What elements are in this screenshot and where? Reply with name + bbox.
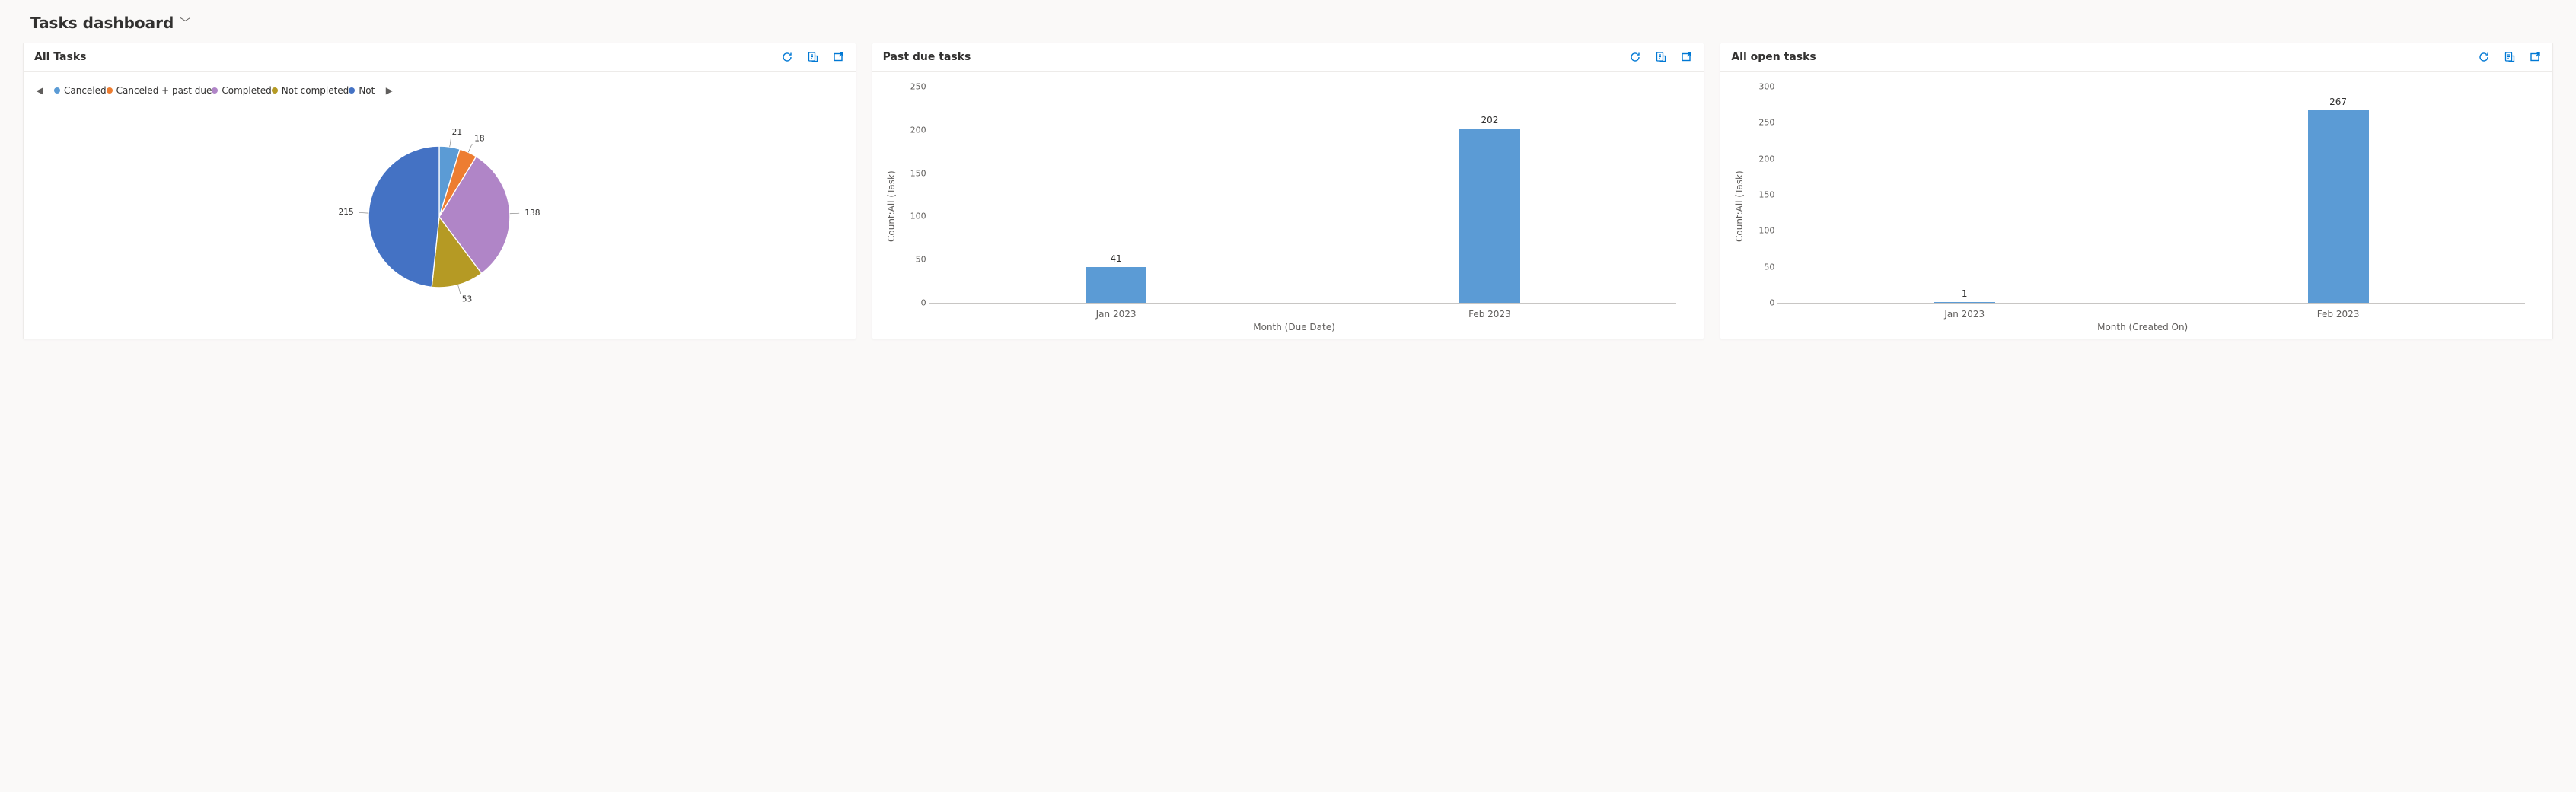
legend-item[interactable]: Completed (212, 85, 271, 96)
legend-item[interactable]: Not completed (272, 85, 349, 96)
legend-label: Completed (222, 85, 271, 96)
bar-chart-open-tasks[interactable]: Count:All (Task) 0 50 100 150 200 250 300 1 Jan … (1731, 79, 2542, 334)
bar[interactable]: 202 (1459, 129, 1520, 303)
y-axis-label: Count:All (Task) (1731, 79, 1748, 334)
dashboard-header[interactable]: Tasks dashboard ﹀ (23, 14, 2553, 32)
pie-data-label: 215 (339, 207, 354, 217)
chevron-down-icon[interactable]: ﹀ (180, 15, 190, 30)
y-tick-label: 200 (904, 125, 926, 135)
pie-data-label: 21 (452, 126, 463, 136)
y-tick-label: 200 (1752, 154, 1774, 164)
card-toolbar (2478, 51, 2542, 63)
y-tick-label: 0 (1752, 298, 1774, 308)
y-tick-label: 50 (1752, 262, 1774, 272)
expand-icon[interactable] (1681, 51, 1693, 63)
legend-swatch (349, 87, 355, 94)
legend-prev-icon[interactable]: ◀ (34, 85, 45, 96)
bar-value-label: 1 (1934, 288, 1995, 299)
card-title: All open tasks (1731, 51, 2478, 63)
card-body: ◀ Canceled Canceled + past due Completed No… (24, 72, 856, 339)
pie-data-label: 18 (475, 133, 486, 143)
card-toolbar (1629, 51, 1693, 63)
bar-value-label: 202 (1459, 115, 1520, 126)
legend-swatch (107, 87, 113, 94)
y-tick-label: 150 (904, 168, 926, 178)
pie-legend: ◀ Canceled Canceled + past due Completed No… (34, 79, 845, 99)
page-title: Tasks dashboard (30, 14, 174, 32)
bar[interactable]: 1 (1934, 302, 1995, 303)
bar-chart-past-due[interactable]: Count:All (Task) 0 50 100 150 200 250 41 Jan 20… (883, 79, 1694, 334)
legend-label: Canceled + past due (116, 85, 212, 96)
legend-next-icon[interactable]: ▶ (384, 85, 394, 96)
refresh-icon[interactable] (781, 51, 793, 63)
y-tick-label: 100 (904, 212, 926, 221)
pie-slice[interactable] (368, 146, 439, 287)
legend-label: Not completed (282, 85, 349, 96)
y-tick-label: 150 (1752, 190, 1774, 200)
pie-data-label: 53 (462, 294, 473, 304)
refresh-icon[interactable] (1629, 51, 1641, 63)
legend-item[interactable]: Canceled + past due (107, 85, 212, 96)
card-toolbar (781, 51, 845, 63)
refresh-icon[interactable] (2478, 51, 2490, 63)
legend-item[interactable]: Not (349, 85, 375, 96)
x-tick-label: Jan 2023 (1070, 309, 1162, 320)
card-header: All Tasks (24, 43, 856, 72)
y-tick-label: 50 (904, 255, 926, 265)
x-axis-label: Month (Due Date) (903, 322, 1686, 332)
card-body: Count:All (Task) 0 50 100 150 200 250 300 1 Jan … (1720, 72, 2552, 339)
expand-icon[interactable] (833, 51, 845, 63)
y-tick-label: 300 (1752, 82, 1774, 92)
y-tick-label: 250 (904, 82, 926, 92)
card-row: All Tasks ◀ CanceledCanceled + pas (23, 43, 2553, 339)
view-records-icon[interactable] (1655, 51, 1667, 63)
view-records-icon[interactable] (2504, 51, 2516, 63)
card-title: Past due tasks (883, 51, 1630, 63)
pie-data-label: 138 (525, 207, 541, 217)
card-body: Count:All (Task) 0 50 100 150 200 250 41 Jan 20… (872, 72, 1704, 339)
bar[interactable]: 267 (2308, 110, 2369, 303)
x-axis-label: Month (Created On) (1751, 322, 2534, 332)
bar-value-label: 41 (1086, 253, 1146, 264)
card-header: Past due tasks (872, 43, 1704, 72)
x-tick-label: Feb 2023 (2293, 309, 2384, 320)
legend-swatch (272, 87, 278, 94)
legend-label: Not (359, 85, 375, 96)
view-records-icon[interactable] (807, 51, 819, 63)
y-axis-label: Count:All (Task) (883, 79, 900, 334)
card-title: All Tasks (34, 51, 781, 63)
x-tick-label: Feb 2023 (1444, 309, 1535, 320)
card-past-due-tasks: Past due tasks Count:All (Task) (872, 43, 1705, 339)
legend-swatch (54, 87, 60, 94)
card-all-tasks: All Tasks ◀ CanceledCanceled + pas (23, 43, 856, 339)
card-header: All open tasks (1720, 43, 2552, 72)
y-tick-label: 100 (1752, 226, 1774, 236)
bar-value-label: 267 (2308, 97, 2369, 107)
x-tick-label: Jan 2023 (1919, 309, 2010, 320)
y-tick-label: 0 (904, 298, 926, 308)
expand-icon[interactable] (2530, 51, 2542, 63)
card-all-open-tasks: All open tasks Count:All (Task) (1720, 43, 2553, 339)
y-tick-label: 250 (1752, 118, 1774, 128)
bar[interactable]: 41 (1086, 267, 1146, 303)
legend-label: Canceled (64, 85, 107, 96)
legend-swatch (212, 87, 218, 94)
pie-chart[interactable]: 21 18 138 53 215 (34, 99, 845, 334)
legend-item[interactable]: Canceled (54, 85, 107, 96)
